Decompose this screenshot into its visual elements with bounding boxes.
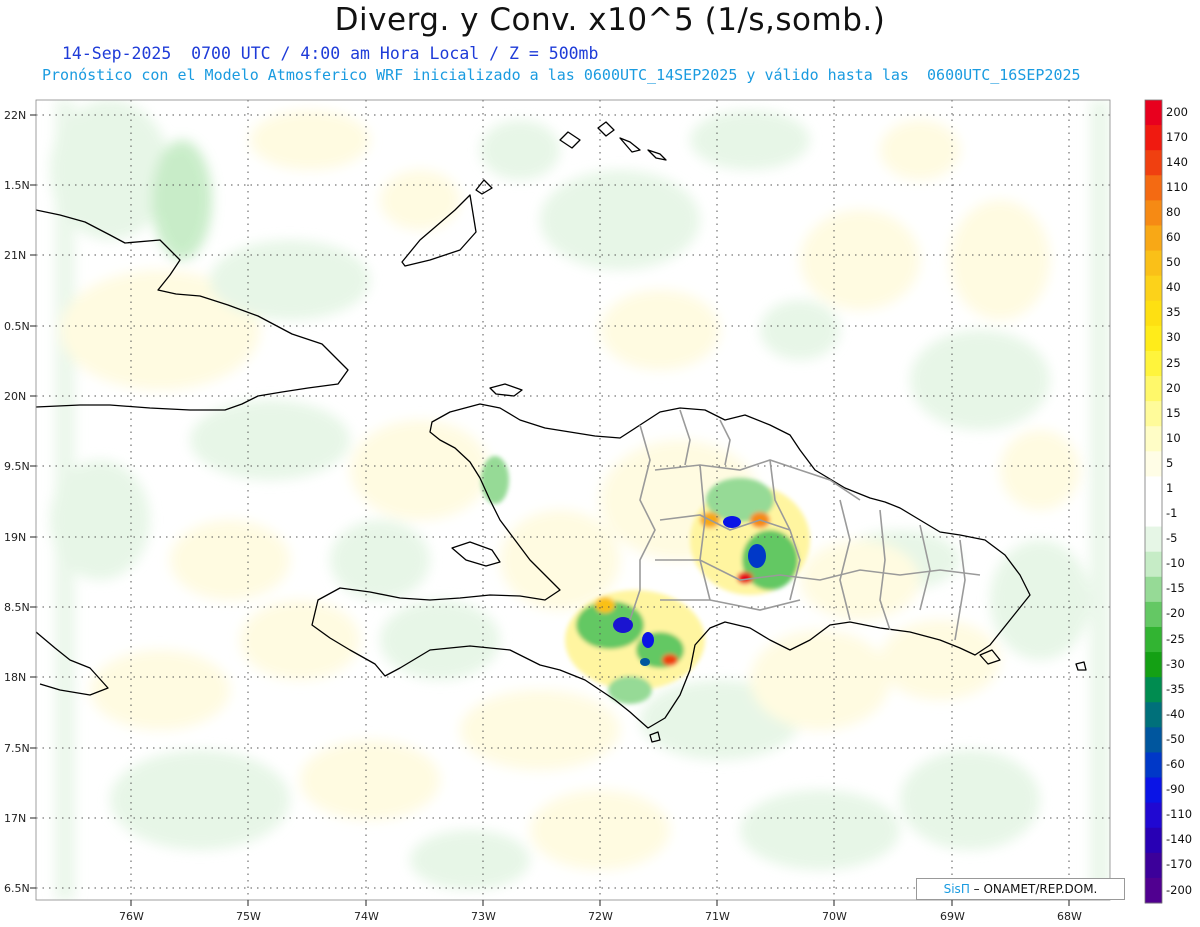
lat-label: 9.5N	[4, 460, 30, 473]
credit-brand: SisΠ	[943, 882, 970, 896]
lon-label: 70W	[822, 910, 847, 923]
colorbar-swatch	[1145, 601, 1162, 628]
map-title: Diverg. y Conv. x10^5 (1/s,somb.)	[334, 2, 886, 38]
colorbar-label: -1	[1166, 506, 1178, 520]
lon-label: 71W	[705, 910, 730, 923]
colorbar-swatch	[1145, 175, 1162, 201]
lon-label: 73W	[471, 910, 496, 923]
colorbar-swatch	[1145, 150, 1162, 176]
model-run-subtitle: Pronóstico con el Modelo Atmosferico WRF…	[42, 66, 1081, 84]
lat-label: 20N	[4, 390, 27, 403]
colorbar-label: 170	[1166, 129, 1188, 144]
valid-time-subtitle: 14-Sep-2025 0700 UTC / 4:00 am Hora Loca…	[62, 44, 599, 63]
colorbar-label: 50	[1166, 255, 1181, 270]
colorbar-label: -5	[1166, 531, 1178, 546]
colorbar-label: -25	[1166, 631, 1185, 646]
colorbar	[1144, 99, 1163, 904]
lon-label: 68W	[1057, 910, 1082, 923]
colorbar-label: 20	[1166, 380, 1181, 395]
colorbar-label: -10	[1166, 556, 1185, 571]
forecast-map	[30, 99, 1163, 906]
colorbar-label: -200	[1166, 882, 1193, 897]
colorbar-label: -110	[1166, 807, 1193, 822]
colorbar-swatch	[1145, 451, 1162, 477]
colorbar-swatch	[1145, 576, 1162, 603]
lat-label: 1.5N	[4, 179, 30, 192]
colorbar-label: -35	[1166, 681, 1185, 696]
colorbar-label: 140	[1166, 154, 1188, 169]
colorbar-swatch	[1145, 100, 1162, 126]
colorbar-label: 200	[1166, 104, 1188, 119]
lat-label: 17N	[4, 812, 27, 825]
colorbar-label: 25	[1166, 355, 1181, 370]
colorbar-label: -140	[1166, 832, 1193, 847]
colorbar-swatch	[1145, 526, 1162, 553]
colorbar-swatch	[1145, 501, 1162, 528]
colorbar-label: 1	[1166, 481, 1174, 495]
colorbar-swatch	[1145, 476, 1162, 502]
colorbar-swatch	[1145, 325, 1162, 352]
colorbar-swatch	[1145, 350, 1162, 377]
colorbar-swatch	[1145, 125, 1162, 151]
colorbar-label: -30	[1166, 656, 1185, 671]
colorbar-label: 5	[1166, 455, 1174, 470]
colorbar-label: 60	[1166, 230, 1181, 244]
colorbar-label: -20	[1166, 606, 1185, 621]
colorbar-swatch	[1145, 626, 1162, 653]
colorbar-swatch	[1145, 677, 1162, 703]
colorbar-label: 80	[1166, 204, 1181, 219]
colorbar-swatch	[1145, 376, 1162, 402]
colorbar-label: 40	[1166, 280, 1181, 295]
lat-label: 7.5N	[4, 742, 30, 755]
colorbar-swatch	[1145, 300, 1162, 327]
colorbar-swatch	[1145, 827, 1162, 854]
colorbar-swatch	[1145, 225, 1162, 252]
colorbar-label: -40	[1166, 706, 1185, 721]
colorbar-swatch	[1145, 250, 1162, 277]
colorbar-label: -170	[1166, 857, 1193, 872]
lat-label: 19N	[4, 531, 27, 544]
lon-label: 75W	[236, 910, 261, 923]
lat-label: 21N	[4, 249, 27, 262]
colorbar-label: 30	[1166, 330, 1181, 345]
colorbar-swatch	[1145, 275, 1162, 302]
credit-box: SisΠ – ONAMET/REP.DOM.	[916, 878, 1125, 900]
colorbar-label: -50	[1166, 731, 1185, 746]
colorbar-label: 110	[1166, 179, 1188, 194]
lat-label: 18N	[4, 671, 27, 684]
lon-label: 74W	[354, 910, 379, 923]
lon-label: 72W	[588, 910, 613, 923]
lat-label: 6.5N	[4, 882, 30, 895]
lat-label: 22N	[4, 109, 27, 122]
lat-label: 8.5N	[4, 601, 30, 614]
colorbar-swatch	[1145, 702, 1162, 728]
lat-label: 0.5N	[4, 320, 30, 333]
colorbar-swatch	[1145, 777, 1162, 804]
colorbar-label: 15	[1166, 405, 1181, 420]
colorbar-swatch	[1145, 852, 1162, 879]
colorbar-swatch	[1145, 426, 1162, 452]
colorbar-swatch	[1145, 802, 1162, 829]
colorbar-swatch	[1145, 200, 1162, 226]
lon-label: 76W	[119, 910, 144, 923]
colorbar-label: 35	[1166, 305, 1181, 320]
colorbar-swatch	[1145, 652, 1162, 678]
colorbar-swatch	[1145, 551, 1162, 578]
colorbar-swatch	[1145, 401, 1162, 427]
colorbar-label: -60	[1166, 757, 1185, 771]
credit-text: – ONAMET/REP.DOM.	[969, 882, 1098, 896]
colorbar-label: 10	[1166, 430, 1181, 445]
colorbar-swatch	[1145, 877, 1162, 904]
lon-label: 69W	[940, 910, 965, 923]
colorbar-label: -90	[1166, 782, 1185, 797]
colorbar-swatch	[1145, 727, 1162, 753]
colorbar-swatch	[1145, 752, 1162, 779]
colorbar-label: -15	[1166, 581, 1185, 596]
